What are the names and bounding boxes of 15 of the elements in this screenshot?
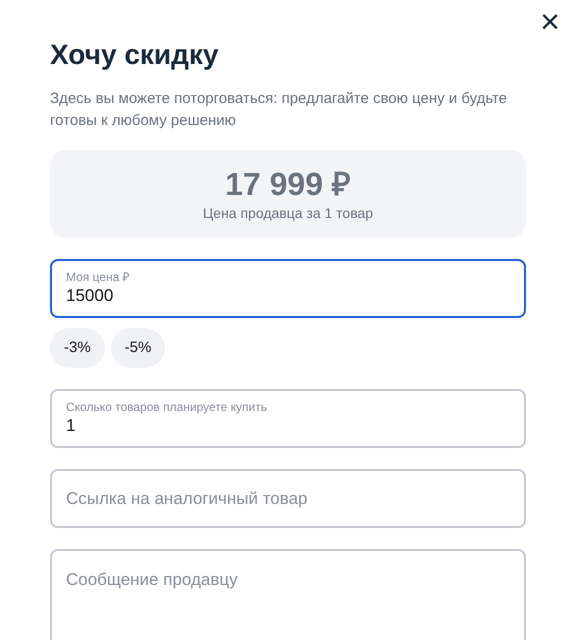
field-label: Моя цена ₽	[66, 270, 131, 285]
description: Здесь вы можете поторговаться: предлагайте свою цену и будьте готовы к любому решению	[50, 89, 508, 131]
field-value: 15000	[66, 285, 114, 307]
discount-chip[interactable]: -3%	[50, 328, 105, 368]
text-field[interactable]: Моя цена ₽ 15000	[50, 259, 526, 318]
price-caption: Цена продавца за 1 товар	[202, 204, 374, 223]
field-label: Сколько товаров планируете купить	[66, 400, 268, 415]
close-button[interactable]: ×	[532, 4, 568, 40]
input-field[interactable]: Ссылка на аналогичный товар	[50, 469, 526, 528]
field-value: 1	[66, 415, 76, 437]
dialog-title: Хочу скидку	[50, 38, 220, 72]
text-field[interactable]: Сколько товаров планируете купить 1	[50, 389, 526, 448]
seller-price: 17 999 ₽	[225, 164, 351, 202]
message-field[interactable]: Сообщение продавцу	[50, 549, 526, 640]
discount-chip[interactable]: -5%	[110, 328, 166, 368]
